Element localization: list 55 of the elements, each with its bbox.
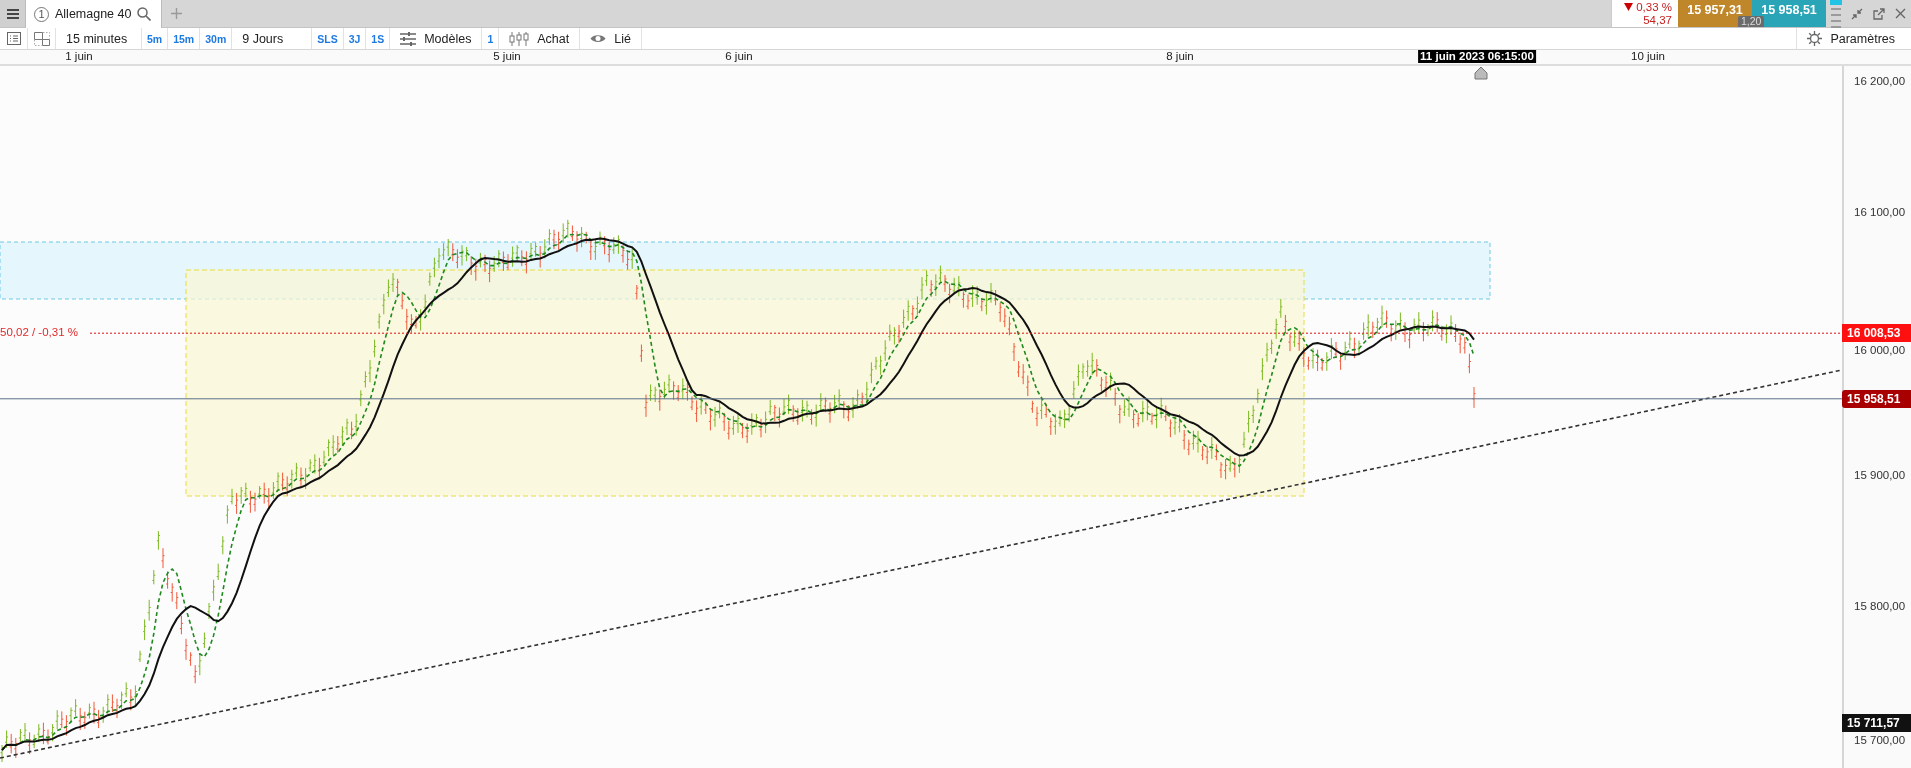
down-arrow-icon <box>1624 3 1634 11</box>
order-label: Achat <box>537 31 570 46</box>
link-button[interactable]: Lié <box>580 28 642 49</box>
alert-line-label: 50,02 / -0,31 % <box>0 325 78 341</box>
buy-order-button[interactable]: Achat <box>499 28 581 49</box>
sliders-icon <box>400 31 417 46</box>
eye-icon <box>590 33 607 44</box>
price-label: 16 000,00 <box>1854 343 1906 359</box>
settings-button[interactable]: Paramètres <box>1796 28 1911 49</box>
tab-label: Allemagne 40 <box>55 7 132 21</box>
layout-icon <box>33 31 50 46</box>
period-preset[interactable]: 1S <box>366 28 391 49</box>
plus-icon <box>170 8 182 19</box>
template-count[interactable]: 1 <box>482 28 500 49</box>
settings-icon <box>1807 31 1823 46</box>
interval-preset[interactable]: 30m <box>200 28 233 49</box>
price-tag: 15 958,51 <box>1842 389 1911 408</box>
menu-icon <box>6 8 19 19</box>
date-label: 1 juin <box>65 50 93 63</box>
alert-line[interactable] <box>89 332 1842 334</box>
price-label: 16 100,00 <box>1854 205 1906 221</box>
interval-preset[interactable]: 15m <box>168 28 201 49</box>
minimize-icon[interactable] <box>1851 7 1863 20</box>
spread-badge: 1,20 <box>1738 16 1765 27</box>
crosshair-time-label: 11 juin 2023 06:15:00 <box>1418 50 1536 63</box>
date-label: 10 juin <box>1631 50 1665 63</box>
period-dropdown[interactable]: 9 Jours <box>232 28 313 49</box>
date-label: 5 juin <box>493 50 521 63</box>
period-preset[interactable]: 3J <box>343 28 367 49</box>
close-icon[interactable] <box>1895 8 1906 19</box>
chart-tab[interactable]: 1 Allemagne 40 <box>26 0 163 28</box>
interval-preset[interactable]: 5m <box>142 28 169 49</box>
period-preset[interactable]: SLS <box>312 28 344 49</box>
date-label: 8 juin <box>1166 50 1194 63</box>
price-label: 16 200,00 <box>1854 74 1906 89</box>
price-tag: 16 008,53 <box>1842 324 1911 343</box>
popout-icon[interactable] <box>1873 7 1885 20</box>
templates-button[interactable]: Modèles <box>390 28 483 49</box>
settings-label: Paramètres <box>1830 31 1895 46</box>
link-label: Lié <box>614 31 631 46</box>
search-icon[interactable] <box>137 7 152 21</box>
price-label: 15 900,00 <box>1854 467 1906 483</box>
list-icon <box>6 32 21 45</box>
candles-icon <box>509 31 530 46</box>
range-zone[interactable] <box>185 269 1305 497</box>
change-percent: 0,33 % <box>1636 0 1672 14</box>
price-label: 15 800,00 <box>1854 598 1906 614</box>
date-label: 6 juin <box>725 50 753 63</box>
menu-button[interactable] <box>0 0 26 27</box>
price-tag: 15 711,57 <box>1842 713 1911 732</box>
templates-label: Modèles <box>424 31 472 46</box>
change-points: 54,37 <box>1643 13 1672 27</box>
price-label: 15 700,00 <box>1854 732 1906 748</box>
interval-dropdown[interactable]: 15 minutes <box>56 28 142 49</box>
depth-bars-icon[interactable] <box>1830 0 1842 28</box>
